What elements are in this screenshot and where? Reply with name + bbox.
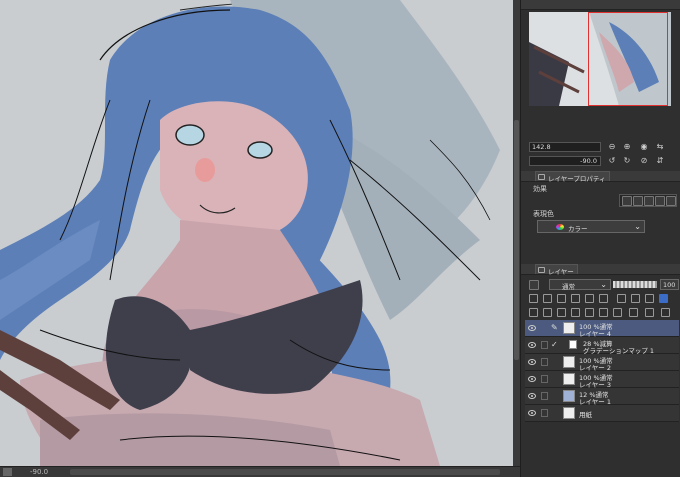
layer-icon (538, 267, 545, 273)
layer-property-header: レイヤープロパティ (521, 171, 680, 183)
eye-icon[interactable] (528, 393, 536, 399)
layer-color-icon[interactable] (644, 196, 654, 206)
lock-icon[interactable] (541, 341, 548, 349)
color-wheel-icon (556, 224, 564, 230)
lock-icon[interactable] (541, 409, 548, 417)
draft-layer-icon[interactable] (557, 294, 566, 303)
navigator-viewport-frame[interactable] (588, 12, 668, 106)
layer-toolbar-top (525, 293, 679, 305)
layer-row[interactable]: 100 %通常 レイヤー 2 (525, 354, 679, 372)
lock-icon[interactable] (541, 358, 548, 366)
lock-layer-icon[interactable] (571, 294, 580, 303)
extract-line-icon[interactable] (655, 196, 665, 206)
layer-color-icon[interactable] (659, 294, 668, 303)
transfer-to-lower-icon[interactable] (571, 308, 580, 317)
layer-list: ✎ 100 %通常 レイヤー 4 ✓ 28 %減算 グラデーションマップ 1 1… (525, 320, 679, 422)
tab-layer[interactable]: レイヤー (535, 264, 578, 276)
reference-layer-icon[interactable] (543, 294, 552, 303)
reset-rotation-icon[interactable]: ⊘ (639, 156, 649, 166)
rotate-right-icon[interactable]: ↻ (622, 156, 632, 166)
layer-thumbnail (563, 322, 575, 334)
expression-color-label: 表現色 (533, 210, 554, 218)
effect-buttons (619, 194, 677, 207)
flip-horizontal-icon[interactable]: ⇆ (655, 142, 665, 152)
clear-layer-icon[interactable] (645, 308, 654, 317)
layer-thumbnail (563, 390, 575, 402)
canvas-rotation-icon[interactable] (3, 468, 12, 476)
lock-icon[interactable] (541, 375, 548, 383)
drawing-canvas[interactable] (0, 0, 513, 466)
rotate-left-icon[interactable]: ↺ (607, 156, 617, 166)
lock-transparent-icon[interactable] (585, 294, 594, 303)
create-mask-icon[interactable] (599, 308, 608, 317)
eye-icon[interactable] (528, 410, 536, 416)
artwork (0, 0, 500, 466)
navigator-header (521, 0, 680, 10)
eye-icon[interactable] (528, 359, 536, 365)
layer-menu-icon[interactable] (529, 280, 539, 290)
layer-row[interactable]: 12 %通常 レイヤー 1 (525, 388, 679, 406)
layer-thumbnail (563, 373, 575, 385)
lock-icon[interactable] (541, 392, 548, 400)
zoom-out-icon[interactable]: ⊖ (607, 142, 617, 152)
paper-thumbnail (563, 407, 575, 419)
right-panel: 142.8 ⊖ ⊕ ◉ ⇆ -90.0 ↺ ↻ ⊘ ⇵ レイヤープロパティ 効果… (520, 0, 680, 477)
pen-icon: ✎ (551, 323, 558, 332)
apply-mask-icon[interactable] (613, 308, 622, 317)
clip-to-layer-below-icon[interactable] (529, 294, 538, 303)
blend-mode-select[interactable]: 通常 ⌄ (549, 279, 611, 291)
mask-thumbnail (569, 340, 577, 349)
enable-mask-icon[interactable] (599, 294, 608, 303)
border-effect-icon[interactable] (622, 196, 632, 206)
layer-row[interactable]: ✓ 28 %減算 グラデーションマップ 1 (525, 337, 679, 355)
zoom-row: 142.8 ⊖ ⊕ ◉ ⇆ (527, 142, 677, 153)
chevron-down-icon: ⌄ (600, 280, 607, 289)
opacity-field[interactable]: 100 (660, 279, 679, 290)
canvas-horizontal-scrollbar[interactable] (70, 469, 500, 475)
check-icon: ✓ (551, 340, 558, 349)
tab-layer-property[interactable]: レイヤープロパティ (535, 171, 610, 183)
opacity-slider[interactable] (613, 281, 657, 288)
scroll-thumb[interactable] (514, 120, 519, 360)
blend-mode-value: 通常 (562, 283, 575, 291)
layer-color-set-icon[interactable] (617, 294, 626, 303)
new-raster-layer-icon[interactable] (529, 308, 538, 317)
layer-property-icon (538, 174, 545, 180)
rotation-readout: -90.0 (30, 468, 49, 476)
layer-name: 用紙 (579, 411, 592, 419)
layer-tab-label: レイヤー (548, 268, 574, 276)
effect-label: 効果 (533, 185, 547, 193)
status-bar: -90.0 (0, 466, 520, 477)
delete-layer-icon[interactable] (661, 308, 670, 317)
layer-row[interactable]: ✎ 100 %通常 レイヤー 4 (525, 320, 679, 338)
layer-color-more-icon[interactable] (645, 294, 654, 303)
layer-toolbar-bottom (525, 307, 679, 319)
canvas-vertical-scrollbar[interactable] (513, 0, 520, 466)
show-in-ruler-icon[interactable] (629, 308, 638, 317)
layer-row[interactable]: 100 %通常 レイヤー 3 (525, 371, 679, 389)
layer-color-swap-icon[interactable] (631, 294, 640, 303)
expression-color-select[interactable]: カラー ⌄ (537, 220, 645, 233)
layer-thumbnail (563, 356, 575, 368)
eye-icon[interactable] (528, 342, 536, 348)
flip-vertical-icon[interactable]: ⇵ (655, 156, 665, 166)
navigator-preview[interactable] (529, 12, 671, 106)
effect-more-icon[interactable] (666, 196, 676, 206)
eye-icon[interactable] (528, 376, 536, 382)
new-folder-icon[interactable] (557, 308, 566, 317)
layer-panel-header: レイヤー (521, 264, 680, 276)
rotation-field[interactable]: -90.0 (529, 156, 601, 166)
merge-down-icon[interactable] (585, 308, 594, 317)
expression-color-value: カラー (568, 225, 588, 233)
zoom-field[interactable]: 142.8 (529, 142, 601, 152)
eye-icon[interactable] (528, 325, 536, 331)
fit-view-icon[interactable]: ◉ (639, 142, 649, 152)
layer-property-tab-label: レイヤープロパティ (548, 175, 606, 183)
zoom-in-icon[interactable]: ⊕ (622, 142, 632, 152)
rotation-row: -90.0 ↺ ↻ ⊘ ⇵ (527, 156, 677, 167)
chevron-down-icon: ⌄ (634, 222, 641, 231)
tone-effect-icon[interactable] (633, 196, 643, 206)
new-vector-layer-icon[interactable] (543, 308, 552, 317)
layer-row[interactable]: 用紙 (525, 405, 679, 422)
